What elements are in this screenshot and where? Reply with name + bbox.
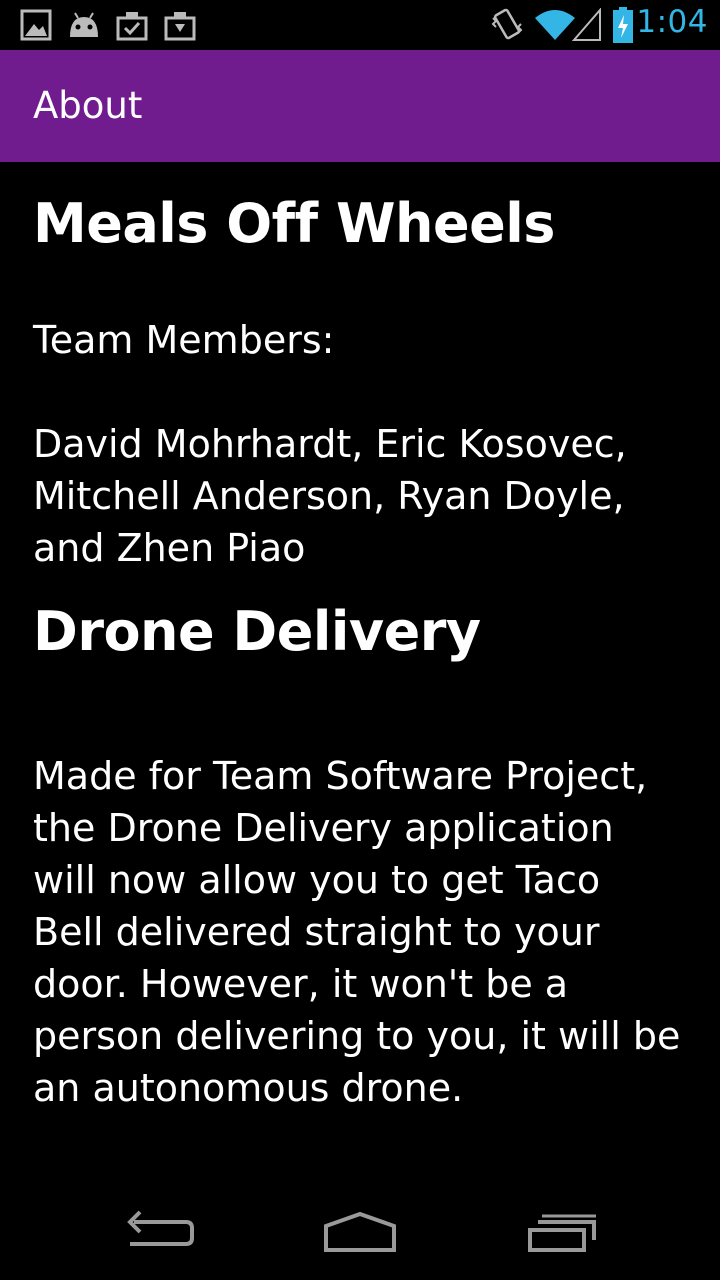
vibrate-icon	[490, 6, 524, 48]
download-done-icon	[116, 9, 148, 45]
signal-icon	[571, 7, 602, 46]
nav-bar	[0, 1180, 720, 1280]
wifi-icon	[534, 8, 576, 46]
home-icon[interactable]	[300, 1200, 420, 1260]
app-title: Meals Off Wheels	[33, 192, 555, 255]
back-icon[interactable]	[100, 1200, 220, 1260]
action-bar: About	[0, 50, 720, 162]
description: Made for Team Software Project, the Dron…	[33, 754, 681, 1110]
android-icon	[66, 9, 102, 45]
section-title: Drone Delivery	[33, 600, 481, 663]
gallery-icon	[20, 9, 52, 45]
page-title: About	[33, 84, 143, 127]
status-bar: 1:04	[0, 0, 720, 50]
team-label: Team Members:	[33, 318, 335, 362]
download-icon	[164, 9, 196, 45]
battery-charging-icon	[612, 6, 634, 48]
recents-icon[interactable]	[502, 1200, 622, 1260]
team-members: David Mohrhardt, Eric Kosovec, Mitchell …	[33, 422, 627, 570]
clock: 1:04	[636, 4, 708, 40]
